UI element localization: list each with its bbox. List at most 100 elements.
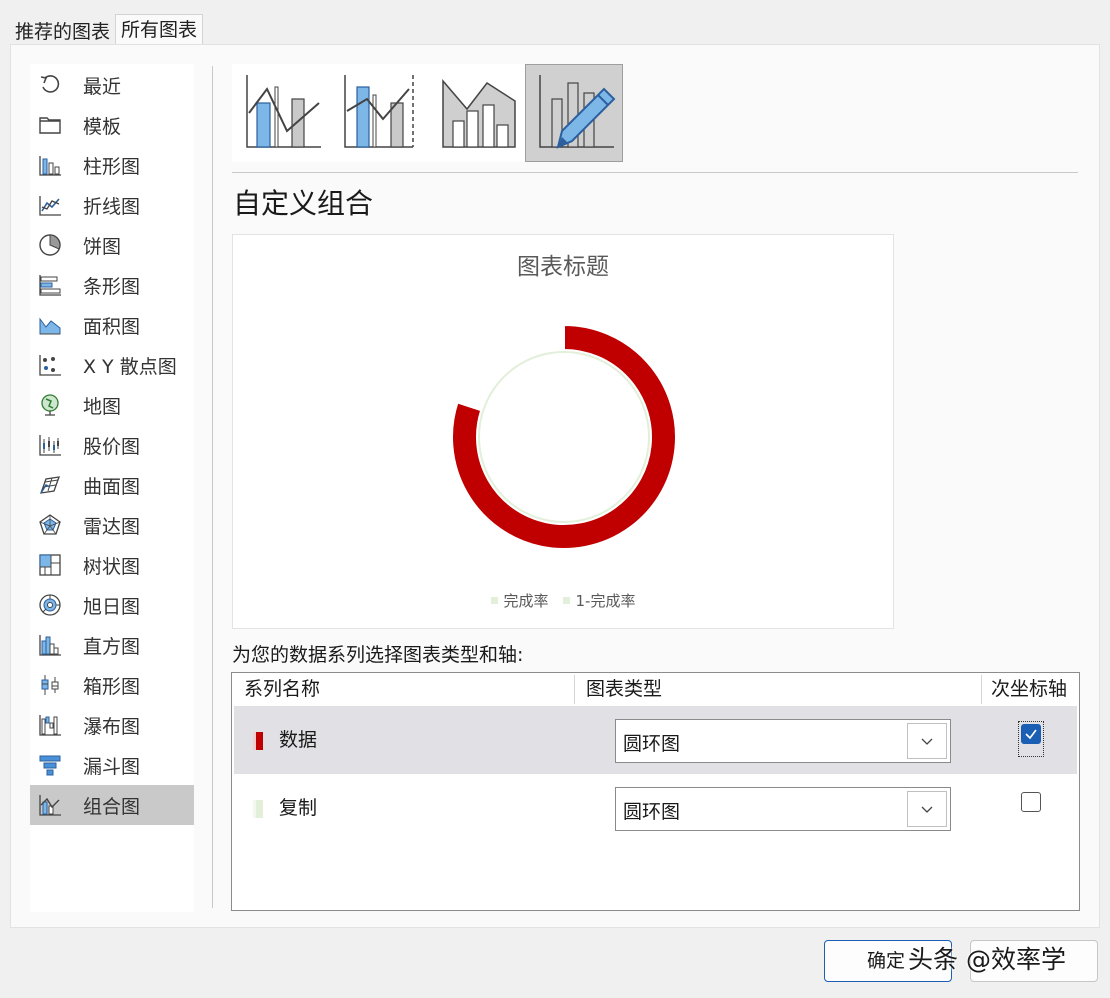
- waterfall-icon: [37, 713, 63, 737]
- sidebar-item-area[interactable]: 面积图: [30, 305, 194, 345]
- chart-preview: 图表标题 完成率 1-完成率: [232, 234, 894, 629]
- folder-icon: [37, 113, 63, 137]
- dropdown-button[interactable]: [907, 723, 947, 759]
- sidebar-item-histogram[interactable]: 直方图: [30, 625, 194, 665]
- sidebar-item-combo[interactable]: 组合图: [30, 785, 194, 825]
- stock-chart-icon: [37, 433, 63, 457]
- column-chart-icon: [37, 153, 63, 177]
- subtype-clustered-column-line[interactable]: [232, 64, 330, 162]
- header-divider: [981, 675, 982, 704]
- legend-item: 完成率: [490, 590, 549, 611]
- subtype-custom-combination[interactable]: [525, 64, 623, 162]
- chart-type-select[interactable]: 圆环图: [615, 787, 951, 831]
- surface-chart-icon: [37, 473, 63, 497]
- sidebar-item-surface[interactable]: 曲面图: [30, 465, 194, 505]
- sidebar-item-sunburst[interactable]: 旭日图: [30, 585, 194, 625]
- doughnut-chart: [451, 323, 677, 550]
- sidebar-item-label: 直方图: [83, 635, 141, 658]
- globe-icon: [37, 393, 63, 417]
- box-whisker-icon: [37, 673, 63, 697]
- legend-swatch: [490, 597, 498, 604]
- legend-item: 1-完成率: [562, 590, 636, 611]
- custom-combination-pencil-icon: [532, 69, 616, 157]
- sidebar-item-label: X Y 散点图: [83, 355, 177, 378]
- gallery-divider: [232, 172, 1078, 173]
- series-row-copy[interactable]: 复制 圆环图: [234, 774, 1077, 842]
- chart-tabs: 推荐的图表 所有图表: [10, 14, 204, 45]
- series-name: 数据: [279, 729, 318, 751]
- header-chart-type: 图表类型: [586, 678, 663, 700]
- doughnut-slice-数据-1: [456, 323, 565, 412]
- sidebar-item-waterfall[interactable]: 瀑布图: [30, 705, 194, 745]
- sidebar-item-bar[interactable]: 条形图: [30, 265, 194, 305]
- chevron-down-icon: [921, 806, 933, 813]
- sunburst-icon: [37, 593, 63, 617]
- sidebar-item-label: 旭日图: [83, 595, 141, 618]
- sidebar-item-templates[interactable]: 模板: [30, 105, 194, 145]
- sidebar-item-label: 股价图: [83, 435, 141, 458]
- sidebar-item-column[interactable]: 柱形图: [30, 145, 194, 185]
- sidebar-item-funnel[interactable]: 漏斗图: [30, 745, 194, 785]
- sidebar-item-scatter[interactable]: X Y 散点图: [30, 345, 194, 385]
- watermark: 头条 @效率学: [908, 945, 1066, 974]
- series-color-swatch: [253, 800, 263, 818]
- secondary-axis-checkbox[interactable]: [1021, 724, 1041, 744]
- sidebar-item-label: 模板: [83, 115, 122, 138]
- series-instruction: 为您的数据系列选择图表类型和轴:: [232, 644, 524, 666]
- chart-legend: 完成率 1-完成率: [233, 590, 893, 611]
- sidebar-item-box-whisker[interactable]: 箱形图: [30, 665, 194, 705]
- sidebar-item-label: 折线图: [83, 195, 141, 218]
- chart-type-value: 圆环图: [623, 733, 681, 755]
- sidebar-item-label: 树状图: [83, 555, 141, 578]
- scatter-chart-icon: [37, 353, 63, 377]
- legend-label: 1-完成率: [575, 592, 636, 610]
- chevron-down-icon: [921, 738, 933, 745]
- sidebar-item-label: 曲面图: [83, 475, 141, 498]
- secondary-axis-checkbox[interactable]: [1021, 792, 1041, 812]
- clustered-column-line-icon: [239, 69, 323, 157]
- histogram-icon: [37, 633, 63, 657]
- sidebar-item-treemap[interactable]: 树状图: [30, 545, 194, 585]
- sidebar-item-label: 地图: [83, 395, 122, 418]
- header-series-name: 系列名称: [244, 678, 321, 700]
- sidebar-item-label: 瀑布图: [83, 715, 141, 738]
- recent-icon: [37, 73, 63, 97]
- dropdown-button[interactable]: [907, 791, 947, 827]
- series-table: 系列名称 图表类型 次坐标轴 数据 圆环图 复制 圆环图: [231, 672, 1080, 911]
- chart-category-list: 最近 模板 柱形图 折线图 饼图 条形图 面积图 X Y 散点图 地图 股价图 …: [30, 64, 194, 912]
- tab-all-charts[interactable]: 所有图表: [115, 14, 204, 45]
- sidebar-item-label: 面积图: [83, 315, 141, 338]
- tab-recommended-charts[interactable]: 推荐的图表: [10, 14, 115, 44]
- pie-chart-icon: [37, 233, 63, 257]
- legend-label: 完成率: [503, 592, 549, 610]
- sidebar-item-stock[interactable]: 股价图: [30, 425, 194, 465]
- clustered-column-line-secondary-axis-icon: [337, 69, 421, 157]
- sidebar-item-line[interactable]: 折线图: [30, 185, 194, 225]
- sidebar-item-pie[interactable]: 饼图: [30, 225, 194, 265]
- sidebar-item-label: 饼图: [83, 235, 122, 258]
- radar-chart-icon: [37, 513, 63, 537]
- bar-chart-icon: [37, 273, 63, 297]
- sidebar-item-label: 雷达图: [83, 515, 141, 538]
- chart-type-value: 圆环图: [623, 801, 681, 823]
- combo-chart-icon: [37, 793, 63, 817]
- subtype-clustered-column-line-secondary-axis[interactable]: [330, 64, 428, 162]
- line-chart-icon: [37, 193, 63, 217]
- panel-divider: [212, 66, 213, 908]
- funnel-icon: [37, 753, 63, 777]
- series-row-data[interactable]: 数据 圆环图: [234, 706, 1077, 774]
- legend-swatch: [562, 597, 570, 604]
- sidebar-item-label: 最近: [83, 75, 122, 98]
- sidebar-item-label: 组合图: [83, 795, 141, 818]
- section-title: 自定义组合: [233, 187, 374, 220]
- sidebar-item-label: 箱形图: [83, 675, 141, 698]
- subtype-stacked-area-clustered-column[interactable]: [428, 64, 526, 162]
- sidebar-item-recent[interactable]: 最近: [30, 65, 194, 105]
- header-divider: [574, 675, 575, 704]
- stacked-area-clustered-column-icon: [435, 69, 519, 157]
- treemap-icon: [37, 553, 63, 577]
- sidebar-item-radar[interactable]: 雷达图: [30, 505, 194, 545]
- checkmark-icon: [1025, 729, 1037, 740]
- sidebar-item-map[interactable]: 地图: [30, 385, 194, 425]
- chart-type-select[interactable]: 圆环图: [615, 719, 951, 763]
